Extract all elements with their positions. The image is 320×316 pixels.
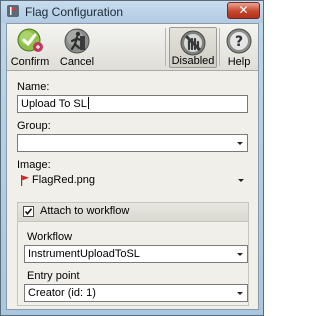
help-label: Help [227,56,251,68]
text-cursor [87,97,89,109]
attach-to-workflow-row[interactable]: Attach to workflow [18,203,248,222]
attach-label: Attach to workflow [40,205,130,217]
name-value: Upload To SL [21,98,87,110]
chevron-down-icon [237,142,243,145]
flag-configuration-window: Flag Configuration ✕ Confirm Cancel Disa… [0,0,264,316]
confirm-label: Confirm [10,56,50,68]
entry-point-value: Creator (id: 1) [28,287,96,299]
help-button[interactable]: ? Help [223,27,255,68]
chevron-down-icon [237,253,243,256]
image-dropdown[interactable]: FlagRed.png [17,172,248,190]
name-input[interactable]: Upload To SL [17,95,248,113]
cancel-icon [64,28,90,54]
close-button[interactable]: ✕ [227,2,260,19]
app-flag-icon [7,5,19,17]
disabled-label: Disabled [171,55,215,67]
check-icon [24,208,33,216]
title-bar[interactable]: Flag Configuration ✕ [1,1,263,23]
entry-point-label: Entry point [27,270,80,282]
workflow-label: Workflow [27,231,73,243]
dialog-body: Confirm Cancel Disabled ? Help Name: Upl… [6,23,259,310]
svg-text:?: ? [235,34,243,50]
confirm-icon [17,28,43,52]
group-dropdown[interactable] [17,134,248,152]
window-title: Flag Configuration [25,5,124,19]
chevron-down-icon [238,179,244,182]
confirm-button[interactable]: Confirm [10,27,50,68]
toolbar-separator [165,28,166,66]
cancel-button[interactable]: Cancel [57,27,97,68]
help-icon: ? [226,28,252,54]
disabled-icon [180,30,206,56]
chevron-down-icon [237,292,243,295]
disabled-toggle-button[interactable]: Disabled [169,27,217,68]
toolbar: Confirm Cancel Disabled ? Help [7,24,258,71]
workflow-group: Attach to workflow Workflow InstrumentUp… [17,202,249,306]
name-label: Name: [17,81,50,93]
group-label: Group: [17,120,51,132]
attach-checkbox[interactable] [23,206,34,217]
workflow-value: InstrumentUploadToSL [28,248,140,260]
entry-point-dropdown[interactable]: Creator (id: 1) [24,284,248,302]
toolbar-separator [219,28,220,66]
red-flag-icon [21,175,29,186]
workflow-dropdown[interactable]: InstrumentUploadToSL [24,245,248,263]
close-icon: ✕ [238,3,249,17]
image-label: Image: [17,159,51,171]
cancel-label: Cancel [59,56,95,68]
image-value: FlagRed.png [32,174,95,186]
